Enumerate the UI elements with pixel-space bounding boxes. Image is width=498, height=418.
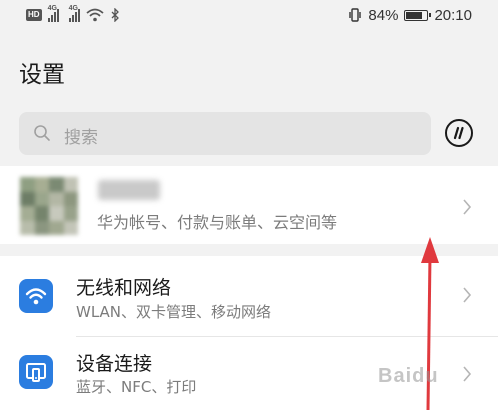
avatar-tile <box>63 206 78 221</box>
battery-fill <box>406 11 423 19</box>
network-label: 4G <box>68 5 78 12</box>
avatar-tile <box>20 220 35 235</box>
avatar-tile <box>34 177 49 192</box>
avatar-tile <box>49 191 64 206</box>
avatar-tile <box>34 191 49 206</box>
status-bar-right: 84% 20:10 <box>348 6 472 24</box>
avatar <box>20 177 78 235</box>
page-title: 设置 <box>19 62 65 88</box>
avatar-tile <box>63 220 78 235</box>
avatar-tile <box>63 177 78 192</box>
device-connect-icon <box>19 355 53 389</box>
battery-icon <box>404 9 432 21</box>
list-item-title: 设备连接 <box>76 353 153 375</box>
vibrate-icon <box>349 8 362 22</box>
list-item-subtitle: 蓝牙、NFC、打印 <box>76 378 197 396</box>
account-subtitle: 华为帐号、付款与账单、云空间等 <box>97 213 338 232</box>
avatar-tile <box>34 220 49 235</box>
chevron-right-icon <box>463 199 472 215</box>
account-name-blurred <box>98 180 160 200</box>
search-icon <box>34 125 50 141</box>
status-bar: HD 4G 4G 84% 20:10 <box>0 0 498 30</box>
avatar-tile <box>49 220 64 235</box>
pause-circle-icon[interactable] <box>444 118 474 148</box>
list-item-subtitle: WLAN、双卡管理、移动网络 <box>76 303 272 321</box>
chevron-right-icon <box>463 287 472 303</box>
avatar-tile <box>20 206 35 221</box>
avatar-tile <box>49 177 64 192</box>
avatar-tile <box>34 206 49 221</box>
wifi-icon <box>85 8 104 22</box>
hd-icon: HD <box>26 9 42 21</box>
wifi-icon <box>19 279 53 313</box>
search-input[interactable]: 搜索 <box>19 112 431 155</box>
avatar-tile <box>63 191 78 206</box>
list-item-title: 无线和网络 <box>76 277 172 299</box>
avatar-tile <box>20 177 35 192</box>
signal-icon: 4G <box>68 5 80 22</box>
battery-percent: 84% <box>368 6 399 24</box>
clock: 20:10 <box>434 6 472 24</box>
avatar-tile <box>49 206 64 221</box>
chevron-right-icon <box>463 366 472 382</box>
bluetooth-icon <box>111 8 119 22</box>
avatar-tile <box>20 191 35 206</box>
network-label: 4G <box>47 5 57 12</box>
status-bar-left: HD 4G 4G <box>26 5 120 24</box>
signal-icon: 4G <box>47 5 59 22</box>
annotation-arrow <box>421 237 439 411</box>
watermark: Baidu <box>378 365 439 387</box>
search-placeholder: 搜索 <box>64 128 98 148</box>
